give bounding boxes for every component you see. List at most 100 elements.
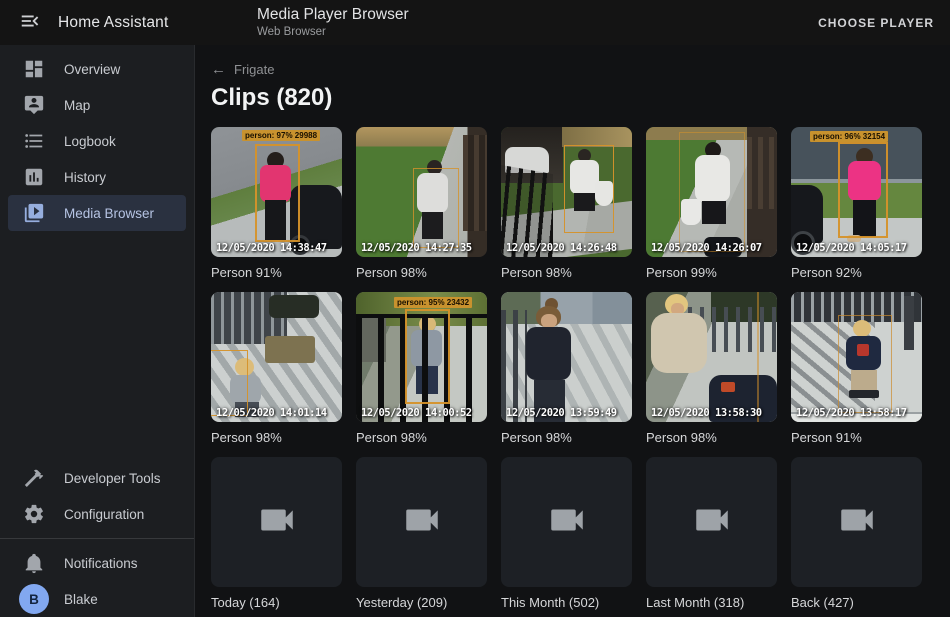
sidebar-item-label: Developer Tools xyxy=(64,471,161,486)
folder-card-back[interactable]: Back (427) xyxy=(791,457,922,610)
choose-player-button[interactable]: CHOOSE PLAYER xyxy=(818,16,934,30)
folder-card-today[interactable]: Today (164) xyxy=(211,457,342,610)
video-camera-icon xyxy=(401,499,443,546)
media-browser-content: ← Frigate Clips (820) person: 97% 29988 … xyxy=(195,45,950,617)
art-shape xyxy=(757,292,759,422)
clip-timestamp: 12/05/2020 13:59:49 xyxy=(506,407,617,419)
video-camera-icon xyxy=(691,499,733,546)
clip-timestamp: 12/05/2020 14:01:14 xyxy=(216,407,327,419)
clip-thumbnail: 12/05/2020 13:58:30 xyxy=(646,292,777,422)
sidebar-item-map[interactable]: Map xyxy=(8,87,186,123)
clip-caption: Person 98% xyxy=(356,265,487,280)
folder-thumbnail xyxy=(791,457,922,587)
art-shape xyxy=(904,296,914,350)
folder-caption: This Month (502) xyxy=(501,595,632,610)
sidebar-item-label: Media Browser xyxy=(64,206,154,221)
bell-icon xyxy=(22,551,46,575)
clip-card[interactable]: person: 95% 23432 12/05/2020 14:00:52 Pe… xyxy=(356,292,487,445)
clip-caption: Person 98% xyxy=(501,430,632,445)
clip-card[interactable]: 12/05/2020 14:01:14 Person 98% xyxy=(211,292,342,445)
detection-bbox xyxy=(405,309,450,404)
folder-caption: Last Month (318) xyxy=(646,595,777,610)
sidebar-item-overview[interactable]: Overview xyxy=(8,51,186,87)
clip-card[interactable]: 12/05/2020 14:26:48 Person 98% xyxy=(501,127,632,280)
toolbar: Media Player Browser Web Browser CHOOSE … xyxy=(195,0,950,45)
page-title-group: Media Player Browser Web Browser xyxy=(257,6,409,39)
detection-bbox xyxy=(838,315,892,413)
clip-card[interactable]: person: 96% 32154 12/05/2020 14:05:17 Pe… xyxy=(791,127,922,280)
detection-bbox xyxy=(679,132,745,252)
sidebar-divider xyxy=(0,538,194,539)
sidebar-item-profile[interactable]: B Blake xyxy=(8,581,186,617)
folder-caption: Yesterday (209) xyxy=(356,595,487,610)
sidebar-item-developer-tools[interactable]: Developer Tools xyxy=(8,460,186,496)
detection-label: person: 96% 32154 xyxy=(810,131,888,142)
video-camera-icon xyxy=(546,499,588,546)
art-shape xyxy=(526,327,571,380)
clip-thumbnail: 12/05/2020 14:26:07 xyxy=(646,127,777,257)
folder-thumbnail xyxy=(356,457,487,587)
clip-timestamp: 12/05/2020 14:05:17 xyxy=(796,242,907,254)
clip-timestamp: 12/05/2020 14:38:47 xyxy=(216,242,327,254)
view-dashboard-icon xyxy=(22,57,46,81)
clip-timestamp: 12/05/2020 14:26:48 xyxy=(506,242,617,254)
folder-card-last-month[interactable]: Last Month (318) xyxy=(646,457,777,610)
sidebar-item-label: History xyxy=(64,170,106,185)
page-title: Media Player Browser xyxy=(257,6,409,24)
clip-card[interactable]: 12/05/2020 14:26:07 Person 99% xyxy=(646,127,777,280)
clip-thumbnail: 12/05/2020 14:26:48 xyxy=(501,127,632,257)
sidebar-item-label: Overview xyxy=(64,62,120,77)
clip-thumbnail: 12/05/2020 14:27:35 xyxy=(356,127,487,257)
detection-bbox xyxy=(255,144,300,242)
user-name: Blake xyxy=(64,592,98,607)
clip-card[interactable]: 12/05/2020 13:59:49 Person 98% xyxy=(501,292,632,445)
sidebar-item-media-browser[interactable]: Media Browser xyxy=(8,195,186,231)
folder-card-this-month[interactable]: This Month (502) xyxy=(501,457,632,610)
art-shape xyxy=(501,310,527,422)
clip-caption: Person 92% xyxy=(791,265,922,280)
video-camera-icon xyxy=(256,499,298,546)
art-shape xyxy=(265,336,315,363)
folder-caption: Back (427) xyxy=(791,595,922,610)
clip-card[interactable]: 12/05/2020 13:58:30 Person 98% xyxy=(646,292,777,445)
detection-label: person: 97% 29988 xyxy=(242,130,320,141)
art-shape xyxy=(269,295,319,318)
clip-thumbnail: person: 95% 23432 12/05/2020 14:00:52 xyxy=(356,292,487,422)
sidebar: Overview Map Logbook History Media Brows… xyxy=(0,45,195,617)
clip-card[interactable]: 12/05/2020 14:27:35 Person 98% xyxy=(356,127,487,280)
sidebar-item-notifications[interactable]: Notifications xyxy=(8,545,186,581)
clip-caption: Person 91% xyxy=(211,265,342,280)
sidebar-item-label: Logbook xyxy=(64,134,116,149)
art-shape xyxy=(463,135,487,231)
sidebar-item-logbook[interactable]: Logbook xyxy=(8,123,186,159)
art-shape xyxy=(651,313,707,373)
app-title: Home Assistant xyxy=(58,14,168,32)
avatar: B xyxy=(19,584,49,614)
folder-caption: Today (164) xyxy=(211,595,342,610)
art-shape xyxy=(721,382,735,392)
art-shape xyxy=(562,127,632,147)
clip-thumbnail: 12/05/2020 13:59:49 xyxy=(501,292,632,422)
sidebar-spacer xyxy=(0,231,194,460)
clip-thumbnail: person: 97% 29988 12/05/2020 14:38:47 xyxy=(211,127,342,257)
art-shape xyxy=(541,314,557,328)
clip-card[interactable]: person: 97% 29988 12/05/2020 14:38:47 Pe… xyxy=(211,127,342,280)
menu-toggle-button[interactable] xyxy=(14,7,46,39)
folder-thumbnail xyxy=(211,457,342,587)
clip-timestamp: 12/05/2020 13:58:17 xyxy=(796,407,907,419)
sidebar-item-label: Map xyxy=(64,98,90,113)
menu-open-icon xyxy=(19,10,41,35)
clip-caption: Person 98% xyxy=(211,430,342,445)
folder-card-yesterday[interactable]: Yesterday (209) xyxy=(356,457,487,610)
account-tooltip-icon xyxy=(22,93,46,117)
sidebar-item-history[interactable]: History xyxy=(8,159,186,195)
clip-caption: Person 99% xyxy=(646,265,777,280)
art-shape xyxy=(747,137,774,209)
clip-caption: Person 98% xyxy=(501,265,632,280)
clip-card[interactable]: 12/05/2020 13:58:17 Person 91% xyxy=(791,292,922,445)
breadcrumb-back[interactable]: ← Frigate xyxy=(211,61,934,78)
folder-thumbnail xyxy=(646,457,777,587)
sidebar-item-configuration[interactable]: Configuration xyxy=(8,496,186,532)
page-subtitle: Web Browser xyxy=(257,26,409,39)
sidebar-header: Home Assistant xyxy=(0,0,195,45)
